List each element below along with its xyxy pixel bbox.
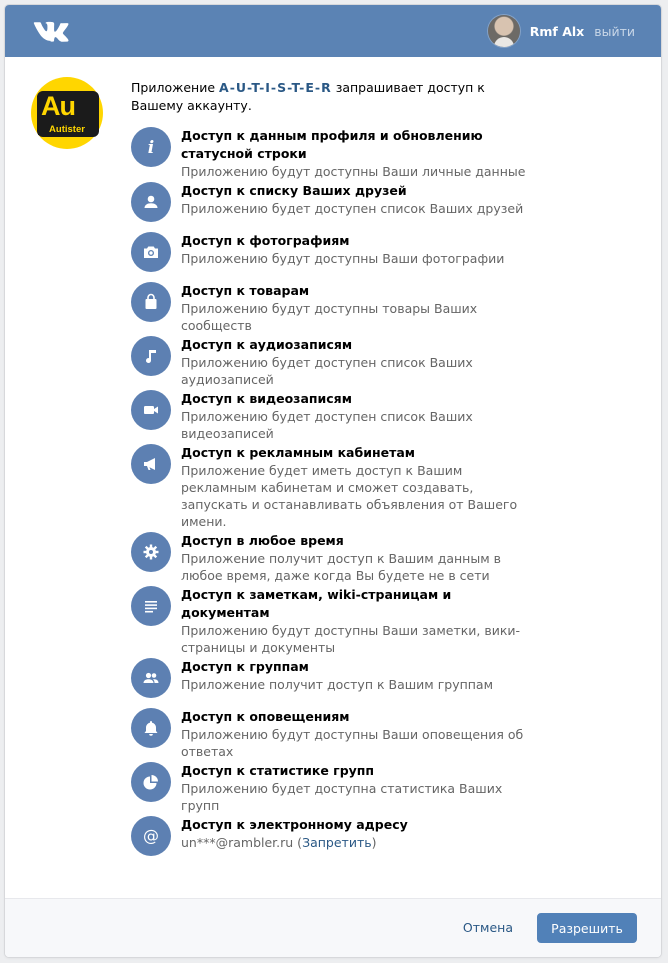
permission-item: Доступ к товарам Приложению будут доступн…	[131, 280, 531, 334]
user-name[interactable]: Rmf Alx	[530, 24, 584, 39]
gear-icon	[131, 532, 171, 572]
permission-item: Доступ к заметкам, wiki-страницам и доку…	[131, 584, 531, 656]
camera-icon	[131, 232, 171, 272]
logout-link[interactable]: выйти	[594, 24, 635, 39]
user-menu: Rmf Alx выйти	[487, 15, 635, 47]
document-lines-icon	[131, 586, 171, 626]
app-name-link[interactable]: A-U-T-I-S-T-E-R	[219, 80, 332, 95]
group-icon	[131, 658, 171, 698]
person-icon	[131, 182, 171, 222]
permission-description: Приложению будут доступны Ваши заметки, …	[181, 623, 521, 655]
intro-before: Приложение	[131, 80, 216, 95]
header: Rmf Alx выйти	[5, 5, 661, 57]
permissions-content: Приложение A-U-T-I-S-T-E-R запрашивает д…	[131, 79, 531, 864]
permission-item: Доступ к аудиозаписям Приложению будет до…	[131, 334, 531, 388]
email-address: un***@rambler.ru	[181, 835, 294, 850]
permission-email: @ Доступ к электронному адресу un***@ram…	[131, 814, 531, 864]
permission-title: Доступ к аудиозаписям	[181, 337, 353, 352]
permission-description: Приложение получит доступ к Вашим данным…	[181, 551, 501, 583]
megaphone-icon	[131, 444, 171, 484]
permission-title: Доступ к заметкам, wiki-страницам и доку…	[181, 587, 452, 620]
permission-title: Доступ к данным профиля и обновлению ста…	[181, 128, 483, 161]
permission-description: Приложению будет доступен список Ваших в…	[181, 409, 473, 441]
permission-title: Доступ к электронному адресу	[181, 817, 408, 832]
permission-title: Доступ к статистике групп	[181, 763, 375, 778]
permission-item: Доступ к видеозаписям Приложению будет до…	[131, 388, 531, 442]
at-sign-icon: @	[131, 816, 171, 856]
permission-description: Приложению будут доступны Ваши личные да…	[181, 164, 526, 179]
permission-item: Доступ к рекламным кабинетам Приложение б…	[131, 442, 531, 530]
permission-item: Доступ к списку Ваших друзей Приложению б…	[131, 180, 531, 230]
auth-dialog: Rmf Alx выйти Au Autister Приложение A-U…	[5, 5, 661, 957]
permission-description: Приложению будет доступна статистика Ваш…	[181, 781, 503, 813]
permission-title: Доступ к оповещениям	[181, 709, 350, 724]
permission-description: Приложению будут доступны Ваши оповещени…	[181, 727, 524, 759]
app-logo: Au Autister	[31, 77, 103, 149]
bell-icon	[131, 708, 171, 748]
permission-title: Доступ к товарам	[181, 283, 310, 298]
footer: Отмена Разрешить	[5, 898, 661, 957]
permission-item: Доступ к оповещениям Приложению будут дос…	[131, 706, 531, 760]
permission-title: Доступ к группам	[181, 659, 309, 674]
permission-item: Доступ к группам Приложение получит досту…	[131, 656, 531, 706]
vk-logo-icon[interactable]	[31, 20, 71, 42]
permission-description: Приложению будут доступны Ваши фотографи…	[181, 251, 505, 266]
music-note-icon	[131, 336, 171, 376]
pie-chart-icon	[131, 762, 171, 802]
permission-description: Приложению будут доступны товары Ваших с…	[181, 301, 478, 333]
permission-item: Доступ к фотографиям Приложению будут дос…	[131, 230, 531, 280]
info-icon: i	[131, 127, 171, 167]
permission-title: Доступ к видеозаписям	[181, 391, 352, 406]
permission-item: i Доступ к данным профиля и обновлению ст…	[131, 125, 531, 180]
permission-title: Доступ к рекламным кабинетам	[181, 445, 415, 460]
intro-text: Приложение A-U-T-I-S-T-E-R запрашивает д…	[131, 79, 531, 115]
cancel-button[interactable]: Отмена	[463, 920, 513, 935]
permission-item: Доступ в любое время Приложение получит д…	[131, 530, 531, 584]
permission-description: un***@rambler.ru (Запретить)	[181, 835, 377, 850]
svg-text:i: i	[148, 138, 154, 157]
permission-title: Доступ к списку Ваших друзей	[181, 183, 407, 198]
permission-title: Доступ в любое время	[181, 533, 344, 548]
permission-description: Приложение получит доступ к Вашим группа…	[181, 677, 494, 692]
shopping-bag-icon	[131, 282, 171, 322]
permission-item: Доступ к статистике групп Приложению буде…	[131, 760, 531, 814]
permission-title: Доступ к фотографиям	[181, 233, 350, 248]
permission-list: i Доступ к данным профиля и обновлению ст…	[131, 125, 531, 814]
permission-description: Приложению будет доступен список Ваших а…	[181, 355, 473, 387]
app-logo-text: Au	[41, 91, 76, 121]
app-logo-subtext: Autister	[38, 124, 96, 135]
avatar[interactable]	[487, 15, 520, 47]
video-camera-icon	[131, 390, 171, 430]
permission-description: Приложению будет доступен список Ваших д…	[181, 201, 524, 216]
svg-text:@: @	[143, 826, 159, 845]
permission-description: Приложение будет иметь доступ к Вашим ре…	[181, 463, 518, 529]
deny-email-link[interactable]: Запретить	[302, 835, 372, 850]
allow-button[interactable]: Разрешить	[537, 913, 637, 943]
